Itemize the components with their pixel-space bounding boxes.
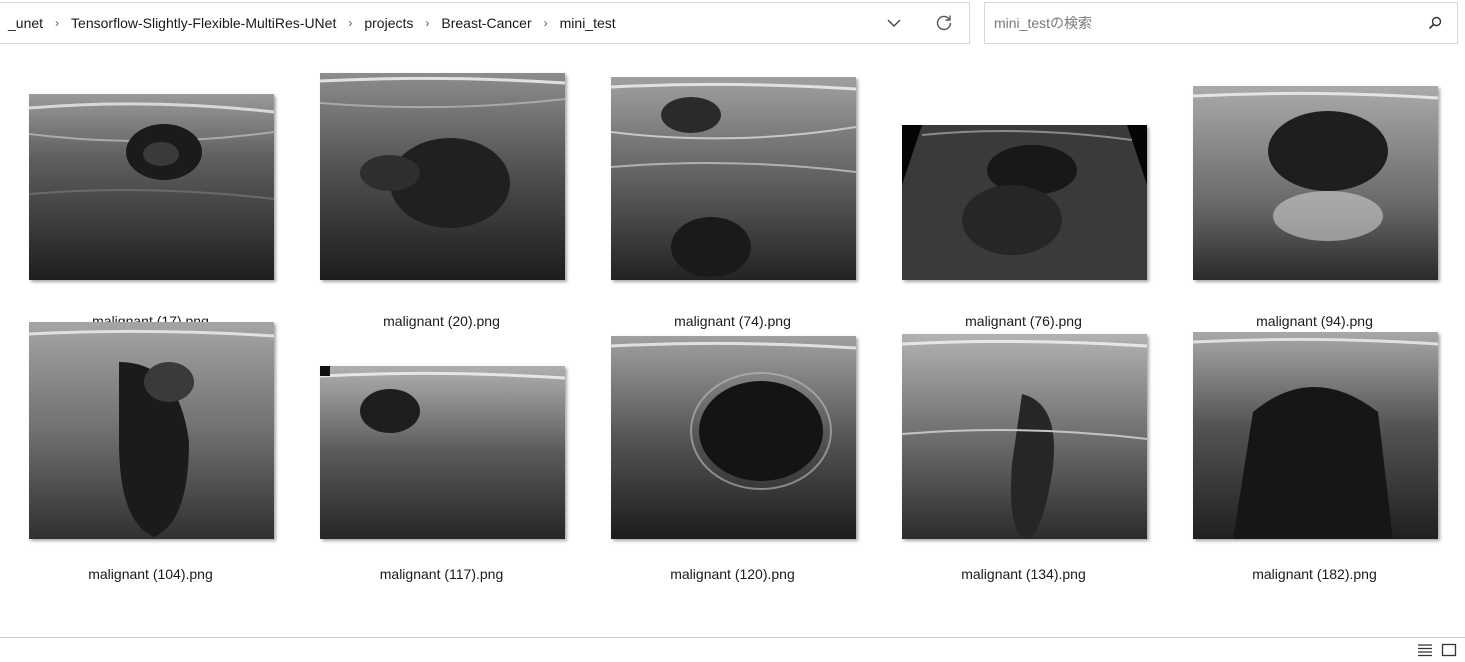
search-input[interactable] [985, 2, 1413, 44]
thumbnail-image [320, 366, 565, 539]
chevron-right-icon[interactable]: › [338, 16, 362, 30]
search-icon[interactable] [1413, 3, 1457, 43]
search-box[interactable] [984, 2, 1458, 44]
large-icons-view-icon[interactable] [1437, 639, 1461, 661]
file-item[interactable]: malignant (76).png [878, 69, 1169, 329]
file-grid: malignant (17).png malignant (20).png ma… [0, 47, 1465, 637]
file-name: malignant (117).png [379, 566, 504, 582]
file-name: malignant (134).png [961, 566, 1086, 582]
breadcrumb-item-unet[interactable]: _unet [6, 15, 45, 31]
breadcrumb: _unet › Tensorflow-Slightly-Flexible-Mul… [0, 3, 618, 43]
file-name: malignant (182).png [1252, 566, 1377, 582]
thumbnail-image [29, 322, 274, 539]
chevron-right-icon[interactable]: › [534, 16, 558, 30]
chevron-down-icon[interactable] [869, 3, 919, 43]
file-item[interactable]: malignant (104).png [5, 322, 296, 582]
status-bar [0, 637, 1465, 662]
file-item[interactable]: malignant (94).png [1169, 69, 1460, 329]
file-item[interactable]: malignant (20).png [296, 69, 587, 329]
breadcrumb-item-repo[interactable]: Tensorflow-Slightly-Flexible-MultiRes-UN… [69, 15, 338, 31]
chevron-right-icon[interactable]: › [45, 16, 69, 30]
breadcrumb-item-projects[interactable]: projects [362, 15, 415, 31]
file-item[interactable]: malignant (17).png [5, 69, 296, 329]
file-name: malignant (104).png [88, 566, 213, 582]
thumbnail-image [611, 77, 856, 280]
file-item[interactable]: malignant (182).png [1169, 322, 1460, 582]
breadcrumb-item-breast-cancer[interactable]: Breast-Cancer [439, 15, 533, 31]
refresh-icon[interactable] [919, 3, 969, 43]
thumbnail-image [1193, 86, 1438, 280]
thumbnail-image [902, 125, 1147, 280]
thumbnail-image [611, 336, 856, 539]
thumbnail-image [320, 73, 565, 280]
explorer-toolbar: _unet › Tensorflow-Slightly-Flexible-Mul… [0, 0, 1465, 47]
thumbnail-image [29, 94, 274, 280]
details-view-icon[interactable] [1413, 639, 1437, 661]
chevron-right-icon[interactable]: › [415, 16, 439, 30]
file-item[interactable]: malignant (74).png [587, 69, 878, 329]
file-item[interactable]: malignant (134).png [878, 322, 1169, 582]
breadcrumb-item-mini-test[interactable]: mini_test [558, 15, 618, 31]
file-name: malignant (120).png [670, 566, 795, 582]
thumbnail-image [1193, 332, 1438, 539]
file-item[interactable]: malignant (117).png [296, 322, 587, 582]
file-item[interactable]: malignant (120).png [587, 322, 878, 582]
thumbnail-image [902, 334, 1147, 539]
address-bar[interactable]: _unet › Tensorflow-Slightly-Flexible-Mul… [0, 2, 970, 44]
